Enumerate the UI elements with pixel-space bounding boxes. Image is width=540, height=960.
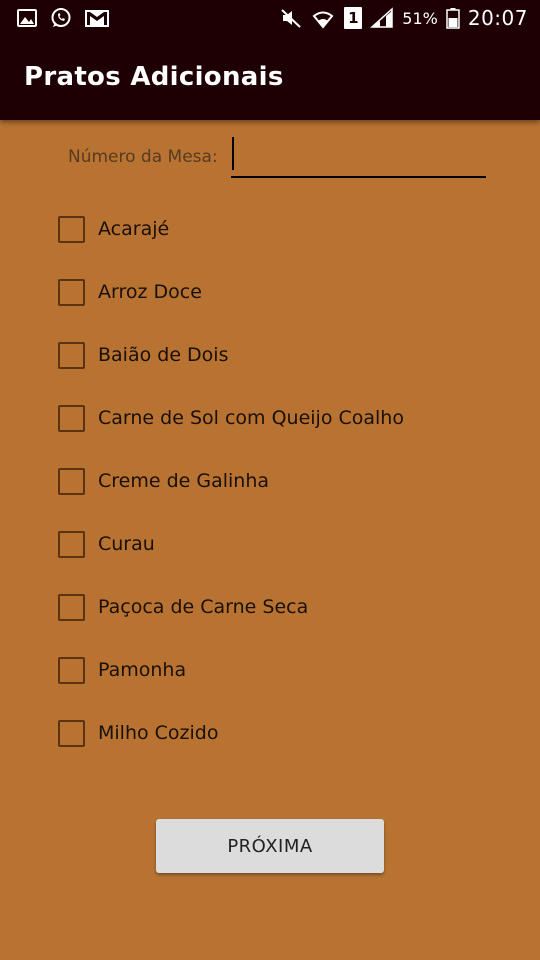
table-number-input[interactable] <box>231 136 486 178</box>
dish-label: Carne de Sol com Queijo Coalho <box>98 407 404 429</box>
page-title: Pratos Adicionais <box>24 62 284 92</box>
dish-item-arroz-doce[interactable]: Arroz Doce <box>56 268 496 316</box>
dish-item-acaraje[interactable]: Acarajé <box>56 205 496 253</box>
wifi-icon <box>312 11 334 29</box>
app-bar: Pratos Adicionais <box>0 38 540 120</box>
dish-item-pamonha[interactable]: Pamonha <box>56 646 496 694</box>
signal-icon <box>370 7 394 28</box>
dish-item-baiao-de-dois[interactable]: Baião de Dois <box>56 331 496 379</box>
dish-label: Acarajé <box>98 218 170 240</box>
checkbox[interactable] <box>58 593 85 621</box>
checkbox[interactable] <box>58 656 85 684</box>
dish-label: Milho Cozido <box>98 722 219 744</box>
checkbox[interactable] <box>58 278 85 306</box>
gallery-icon <box>17 9 37 27</box>
sim-slot-badge: 1 <box>344 7 363 29</box>
system-status: 1 51% 20:07 <box>280 6 528 30</box>
mute-icon <box>281 9 301 28</box>
dish-item-milho-cozido[interactable]: Milho Cozido <box>56 709 496 757</box>
dish-item-pacoca[interactable]: Paçoca de Carne Seca <box>56 583 496 631</box>
dish-item-creme-de-galinha[interactable]: Creme de Galinha <box>56 457 496 505</box>
dish-label: Curau <box>98 533 155 555</box>
dish-label: Baião de Dois <box>98 344 229 366</box>
checkbox[interactable] <box>58 530 85 558</box>
battery-icon <box>446 8 460 29</box>
checkbox[interactable] <box>58 719 85 747</box>
checkbox[interactable] <box>58 341 85 369</box>
status-bar: 1 51% 20:07 <box>0 0 540 38</box>
checkbox[interactable] <box>58 467 85 495</box>
next-button[interactable]: PRÓXIMA <box>156 819 384 873</box>
table-number-label: Número da Mesa: <box>68 147 218 167</box>
gmail-icon <box>85 10 109 27</box>
checkbox[interactable] <box>58 404 85 432</box>
whatsapp-icon <box>51 8 71 27</box>
table-number-row: Número da Mesa: <box>68 136 488 180</box>
checkbox[interactable] <box>58 215 85 243</box>
battery-percentage: 51% <box>402 8 438 28</box>
text-cursor <box>232 137 234 170</box>
dish-label: Paçoca de Carne Seca <box>98 596 309 618</box>
dish-label: Arroz Doce <box>98 281 202 303</box>
clock: 20:07 <box>467 6 528 30</box>
dish-item-curau[interactable]: Curau <box>56 520 496 568</box>
dish-label: Pamonha <box>98 659 187 681</box>
notification-icons <box>16 7 110 29</box>
dish-item-carne-de-sol[interactable]: Carne de Sol com Queijo Coalho <box>56 394 496 442</box>
dish-label: Creme de Galinha <box>98 470 270 492</box>
